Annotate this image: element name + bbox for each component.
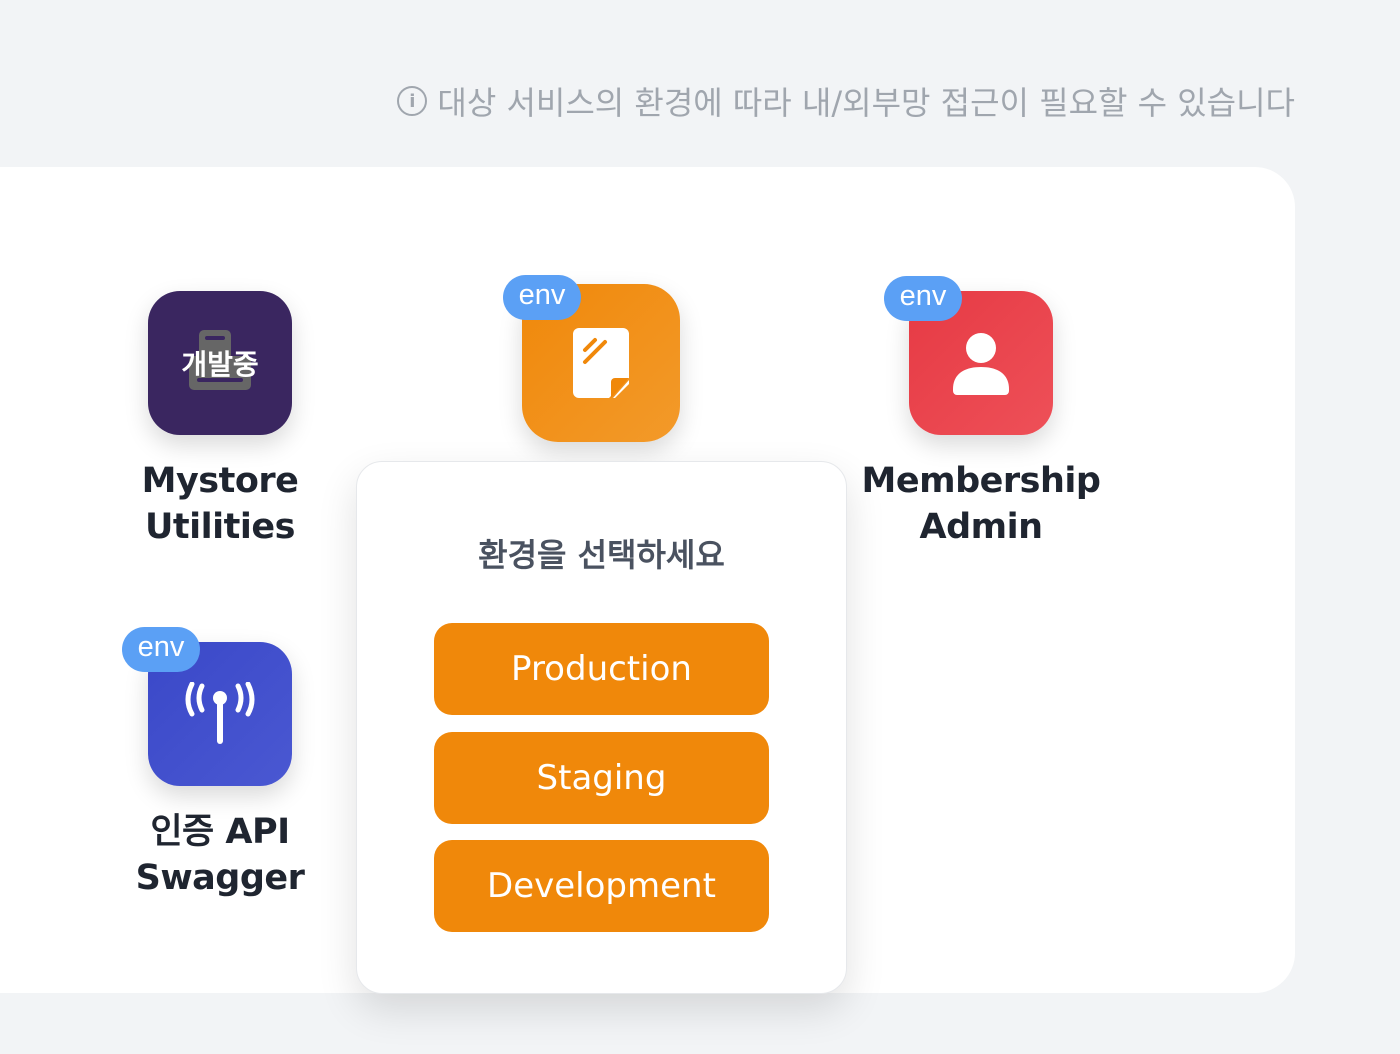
app-label-line: 인증 API: [150, 812, 290, 852]
env-badge: env: [884, 276, 962, 321]
app-label-line: Swagger: [135, 858, 305, 898]
document-icon: [573, 328, 629, 398]
app-label: 인증 API Swagger: [90, 809, 350, 901]
info-notice: i 대상 서비스의 환경에 따라 내/외부망 접근이 필요할 수 있습니다: [397, 78, 1295, 124]
production-button[interactable]: Production: [434, 623, 769, 715]
popup-title: 환경을 선택하세요: [478, 536, 725, 574]
app-label-line: Admin: [919, 507, 1043, 547]
app-tile-mystore-utilities[interactable]: 개발중: [148, 291, 292, 435]
staging-button[interactable]: Staging: [434, 732, 769, 824]
app-label-line: Membership: [861, 461, 1101, 501]
user-icon: [953, 333, 1009, 395]
dev-overlay-text: 개발중: [181, 348, 259, 381]
antenna-icon: [185, 682, 255, 744]
env-badge: env: [503, 275, 581, 320]
development-button[interactable]: Development: [434, 840, 769, 932]
info-circle-icon: i: [397, 86, 428, 116]
app-label-line: Mystore: [141, 461, 299, 501]
app-label: Mystore Utilities: [90, 458, 350, 550]
info-text: 대상 서비스의 환경에 따라 내/외부망 접근이 필요할 수 있습니다: [437, 84, 1295, 122]
environment-select-popup: 환경을 선택하세요 Production Staging Development: [356, 461, 847, 994]
env-badge: env: [122, 627, 200, 672]
app-label: Membership Admin: [851, 458, 1111, 550]
app-label-line: Utilities: [145, 507, 295, 547]
